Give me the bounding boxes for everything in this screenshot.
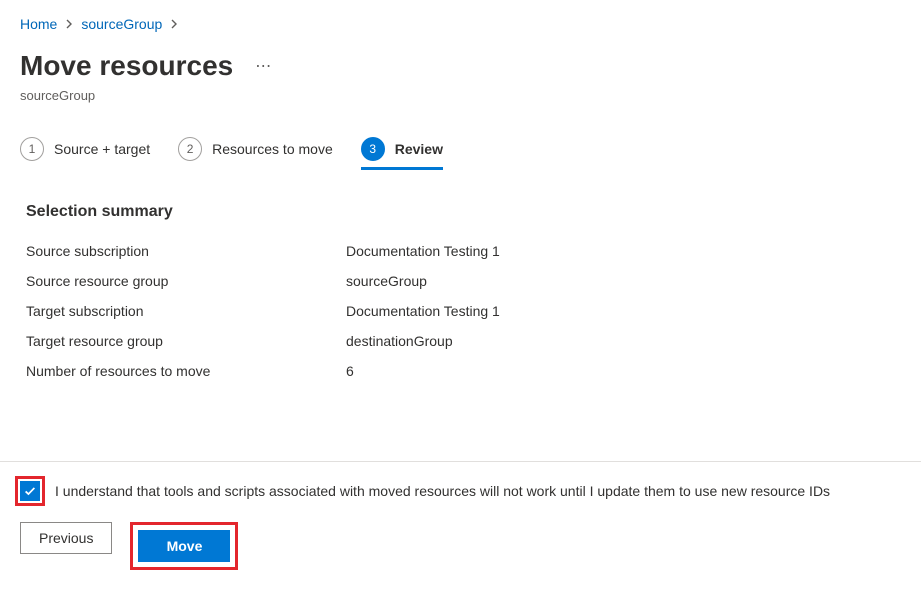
summary-row: Source subscription Documentation Testin… bbox=[26, 243, 901, 259]
summary-table: Source subscription Documentation Testin… bbox=[26, 243, 901, 379]
step-label: Source + target bbox=[54, 141, 150, 157]
step-number: 3 bbox=[361, 137, 385, 161]
summary-label: Target subscription bbox=[26, 303, 346, 319]
ack-text: I understand that tools and scripts asso… bbox=[55, 483, 830, 499]
step-label: Review bbox=[395, 141, 443, 157]
step-review[interactable]: 3 Review bbox=[361, 137, 443, 170]
summary-row: Source resource group sourceGroup bbox=[26, 273, 901, 289]
breadcrumb: Home sourceGroup bbox=[20, 16, 901, 32]
step-resources-to-move[interactable]: 2 Resources to move bbox=[178, 137, 333, 167]
summary-value: destinationGroup bbox=[346, 333, 453, 349]
highlight-checkbox bbox=[15, 476, 45, 506]
summary-row: Target resource group destinationGroup bbox=[26, 333, 901, 349]
highlight-move: Move bbox=[130, 522, 238, 570]
page-subtitle: sourceGroup bbox=[20, 88, 901, 103]
page-title: Move resources bbox=[20, 50, 233, 82]
summary-value: Documentation Testing 1 bbox=[346, 303, 500, 319]
summary-value: Documentation Testing 1 bbox=[346, 243, 500, 259]
summary-label: Source resource group bbox=[26, 273, 346, 289]
step-source-target[interactable]: 1 Source + target bbox=[20, 137, 150, 167]
ack-checkbox[interactable] bbox=[20, 481, 40, 501]
checkmark-icon bbox=[23, 484, 37, 498]
summary-label: Number of resources to move bbox=[26, 363, 346, 379]
summary-value: sourceGroup bbox=[346, 273, 427, 289]
wizard-steps: 1 Source + target 2 Resources to move 3 … bbox=[20, 137, 901, 167]
step-number: 2 bbox=[178, 137, 202, 161]
summary-label: Target resource group bbox=[26, 333, 346, 349]
divider bbox=[0, 461, 921, 462]
summary-row: Number of resources to move 6 bbox=[26, 363, 901, 379]
move-button[interactable]: Move bbox=[138, 530, 230, 562]
breadcrumb-source-group[interactable]: sourceGroup bbox=[81, 16, 162, 32]
previous-button[interactable]: Previous bbox=[20, 522, 112, 554]
chevron-right-icon bbox=[65, 19, 73, 29]
selection-summary-heading: Selection summary bbox=[26, 203, 901, 221]
step-label: Resources to move bbox=[212, 141, 333, 157]
more-actions-icon[interactable]: ⋯ bbox=[251, 56, 277, 76]
summary-value: 6 bbox=[346, 363, 354, 379]
breadcrumb-home[interactable]: Home bbox=[20, 16, 57, 32]
chevron-right-icon bbox=[170, 19, 178, 29]
summary-label: Source subscription bbox=[26, 243, 346, 259]
step-number: 1 bbox=[20, 137, 44, 161]
summary-row: Target subscription Documentation Testin… bbox=[26, 303, 901, 319]
